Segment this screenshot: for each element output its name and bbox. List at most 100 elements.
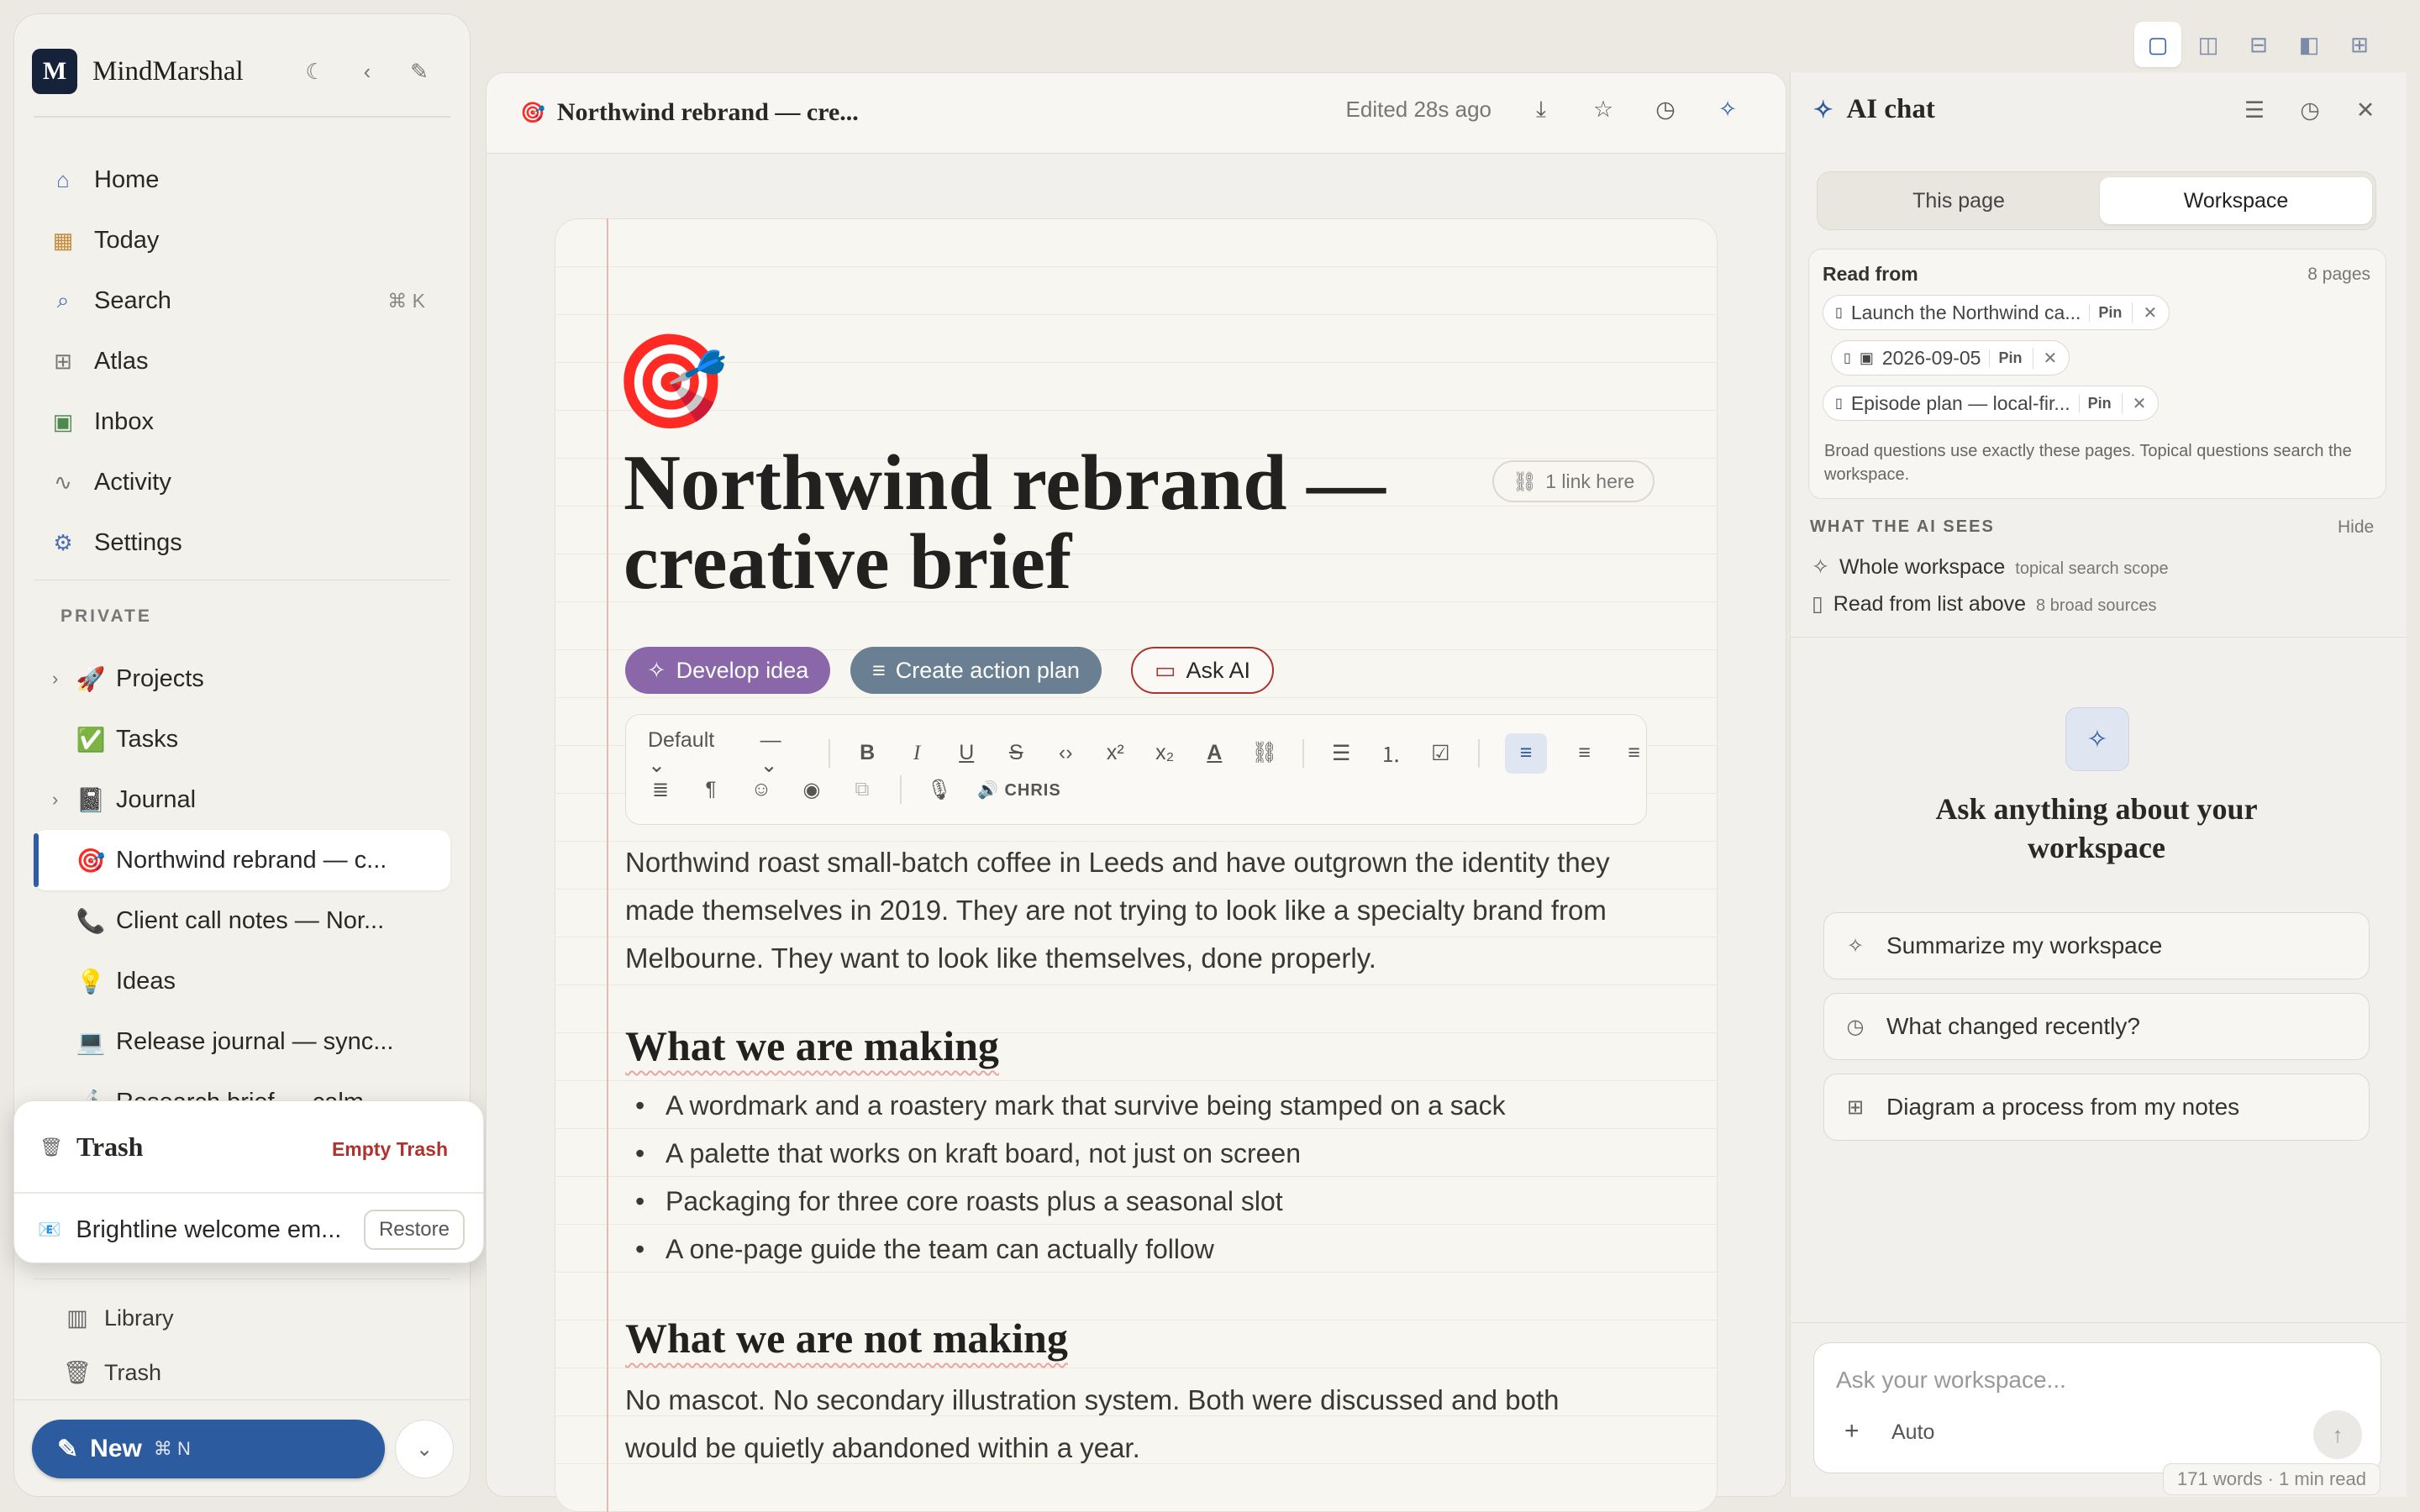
send-icon[interactable]: ↑ — [2313, 1410, 2362, 1459]
nav-home[interactable]: ⌂ Home — [34, 150, 450, 210]
side-panel-icon[interactable]: ◧ — [2286, 22, 2333, 67]
text-style-select[interactable]: Default ⌄ — [648, 728, 735, 778]
divider-select[interactable]: — ⌄ — [760, 728, 803, 778]
tree-item-ideas[interactable]: 💡 Ideas — [34, 951, 450, 1011]
nav-settings[interactable]: ⚙ Settings — [34, 512, 450, 573]
remove-icon[interactable]: ✕ — [2032, 347, 2057, 369]
microphone-icon[interactable]: 🎙 — [927, 777, 952, 802]
sparkle-icon[interactable]: ✧ — [1715, 97, 1740, 123]
heading-what-we-are-making[interactable]: What we are making — [625, 1021, 999, 1070]
remove-icon[interactable]: ✕ — [2121, 392, 2146, 414]
justify-icon[interactable]: ≣ — [648, 777, 673, 802]
mode-select[interactable]: Auto — [1891, 1420, 1934, 1445]
star-icon[interactable]: ☆ — [1591, 97, 1616, 123]
chevron-right-icon[interactable]: › — [52, 668, 76, 690]
hide-button[interactable]: Hide — [2338, 517, 2374, 538]
plus-icon[interactable]: + — [1844, 1417, 1860, 1446]
new-page-button[interactable]: ✎ New ⌘ N — [32, 1420, 385, 1478]
pin-button[interactable]: Pin — [2078, 394, 2112, 412]
split-vertical-icon[interactable]: ◫ — [2185, 22, 2232, 67]
history-icon[interactable]: ◷ — [1653, 97, 1678, 123]
document-tab-title[interactable]: 🎯 Northwind rebrand — cre... — [520, 98, 859, 127]
emoji-icon[interactable]: ☺ — [749, 777, 774, 802]
ask-ai-button[interactable]: ▭ Ask AI — [1131, 647, 1275, 694]
target-icon[interactable]: 🎯 — [613, 328, 729, 436]
edit-icon[interactable]: ✎ — [407, 59, 432, 84]
trash-item[interactable]: 📧 Brightline welcome em... Restore — [38, 1207, 465, 1252]
source-chip[interactable]: ▯ Launch the Northwind ca... Pin ✕ — [1823, 295, 2170, 330]
collapse-sidebar-icon[interactable]: ‹ — [355, 59, 380, 84]
not-making-paragraph[interactable]: No mascot. No secondary illustration sys… — [625, 1376, 1667, 1472]
single-pane-icon[interactable]: ▢ — [2134, 22, 2181, 67]
nav-today[interactable]: ▦ Today — [34, 210, 450, 270]
copy-icon[interactable]: ⧉ — [850, 777, 875, 802]
checklist-icon[interactable]: ☑ — [1428, 741, 1453, 766]
history-icon[interactable]: ◷ — [2297, 97, 2323, 123]
page-title[interactable]: Northwind rebrand — creative brief — [623, 444, 1464, 601]
tree-item-projects[interactable]: › 🚀 Projects — [34, 648, 450, 709]
moon-icon[interactable]: ☾ — [302, 59, 328, 84]
create-action-plan-button[interactable]: ≡ Create action plan — [850, 647, 1102, 694]
nav-atlas[interactable]: ⊞ Atlas — [34, 331, 450, 391]
source-chip[interactable]: ▯ Episode plan — local-fir... Pin ✕ — [1823, 386, 2160, 421]
nav-activity[interactable]: ∿ Activity — [34, 452, 450, 512]
pin-button[interactable]: Pin — [2089, 303, 2122, 322]
bold-icon[interactable]: B — [855, 741, 880, 766]
split-horizontal-icon[interactable]: ⊟ — [2235, 22, 2282, 67]
chat-input[interactable]: Ask your workspace... — [1836, 1367, 2066, 1394]
list-item[interactable]: A one-page guide the team can actually f… — [625, 1226, 1667, 1273]
list-item[interactable]: A palette that works on kraft board, not… — [625, 1130, 1667, 1178]
suggestion-what-changed[interactable]: ◷ What changed recently? — [1823, 993, 2370, 1060]
nav-library[interactable]: ▥ Library — [66, 1305, 402, 1331]
align-left-icon[interactable]: ≡ — [1504, 732, 1548, 774]
link-icon[interactable]: ⛓ — [1251, 741, 1278, 766]
suggestion-diagram[interactable]: ⊞ Diagram a process from my notes — [1823, 1074, 2370, 1141]
backlinks-button[interactable]: ⛓ 1 link here — [1492, 460, 1655, 502]
chevron-down-icon[interactable]: ⌄ — [395, 1420, 454, 1478]
grid-layout-icon[interactable]: ⊞ — [2336, 22, 2383, 67]
chat-input-box[interactable]: Ask your workspace... + Auto ↑ — [1813, 1342, 2381, 1473]
nav-search[interactable]: ⌕ Search ⌘ K — [34, 270, 450, 331]
align-right-icon[interactable]: ≡ — [1622, 741, 1646, 766]
develop-idea-button[interactable]: ✧ Develop idea — [625, 647, 831, 694]
paragraph-icon[interactable]: ¶ — [698, 777, 723, 802]
tree-item-northwind[interactable]: 🎯 Northwind rebrand — c... — [34, 830, 450, 890]
tree-item-tasks[interactable]: ✅ Tasks — [34, 709, 450, 769]
heading-what-we-are-not-making[interactable]: What we are not making — [625, 1314, 1068, 1362]
list-item[interactable]: Packaging for three core roasts plus a s… — [625, 1178, 1667, 1226]
close-icon[interactable]: ✕ — [2353, 97, 2378, 123]
underline-icon[interactable]: U — [955, 741, 979, 766]
tree-label: Ideas — [116, 967, 176, 995]
list-item[interactable]: A wordmark and a roastery mark that surv… — [625, 1082, 1667, 1130]
nav-trash[interactable]: 🗑 Trash — [63, 1359, 402, 1386]
tab-this-page[interactable]: This page — [1823, 177, 2095, 224]
intro-paragraph[interactable]: Northwind roast small-batch coffee in Le… — [625, 838, 1667, 982]
bullet-list-icon[interactable]: ☰ — [1329, 741, 1354, 766]
numbered-list-icon[interactable]: ⒈ — [1379, 741, 1403, 767]
download-icon[interactable]: ⤓ — [1528, 97, 1554, 123]
restore-button[interactable]: Restore — [363, 1210, 465, 1250]
tree-item-release-journal[interactable]: 💻 Release journal — sync... — [34, 1011, 450, 1072]
align-center-icon[interactable]: ≡ — [1572, 741, 1597, 766]
tab-workspace[interactable]: Workspace — [2100, 177, 2372, 224]
tree-item-client-call[interactable]: 📞 Client call notes — Nor... — [34, 890, 450, 951]
read-aloud-button[interactable]: 🔊 CHRIS — [977, 780, 1061, 801]
empty-trash-button[interactable]: Empty Trash — [332, 1138, 448, 1161]
italic-icon[interactable]: I — [905, 741, 929, 766]
nav-inbox[interactable]: ▣ Inbox — [34, 391, 450, 452]
suggestion-summarize[interactable]: ✧ Summarize my workspace — [1823, 912, 2370, 979]
tree-item-journal[interactable]: › 📓 Journal — [34, 769, 450, 830]
remove-icon[interactable]: ✕ — [2132, 302, 2157, 323]
chevron-right-icon[interactable]: › — [52, 789, 76, 811]
superscript-icon[interactable]: x² — [1103, 741, 1128, 766]
strikethrough-icon[interactable]: S — [1004, 741, 1028, 766]
pin-button[interactable]: Pin — [1989, 349, 2023, 367]
brand[interactable]: M MindMarshal — [32, 49, 244, 94]
code-icon[interactable]: ‹› — [1054, 741, 1078, 766]
text-color-icon[interactable]: A — [1202, 741, 1227, 766]
subscript-icon[interactable]: x₂ — [1153, 741, 1177, 766]
source-chip[interactable]: ▯ ▣ 2026-09-05 Pin ✕ — [1831, 340, 2070, 375]
list-icon[interactable]: ☰ — [2242, 97, 2267, 123]
read-from-box: Read from 8 pages ▯ Launch the Northwind … — [1808, 249, 2386, 499]
github-icon[interactable]: ◉ — [799, 777, 824, 802]
